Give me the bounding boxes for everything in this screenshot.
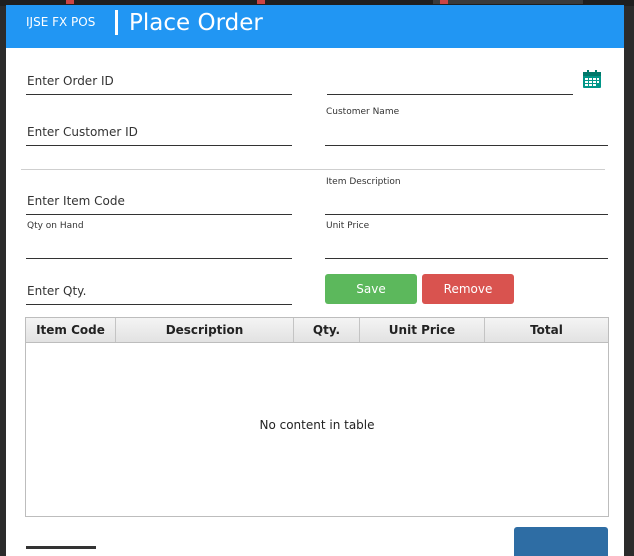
qty-on-hand-label: Qty on Hand	[27, 221, 84, 231]
customer-id-field[interactable]: Enter Customer ID	[26, 115, 292, 146]
total-label-partial	[26, 539, 106, 551]
order-date-field[interactable]	[327, 65, 573, 95]
taskbar-tab-icon	[257, 0, 265, 4]
place-order-window: IJSE FX POS Place Order Enter Order ID E…	[6, 5, 624, 556]
taskbar-tab-icon	[66, 0, 74, 4]
save-button[interactable]: Save	[325, 274, 417, 304]
unit-price-field[interactable]	[325, 233, 608, 259]
item-code-placeholder: Enter Item Code	[27, 194, 125, 208]
qty-placeholder: Enter Qty.	[27, 284, 87, 298]
column-header-qty[interactable]: Qty.	[294, 318, 360, 342]
customer-name-field[interactable]	[325, 120, 608, 146]
taskbar-tab	[433, 0, 583, 4]
place-order-button[interactable]	[514, 527, 608, 556]
qty-field[interactable]: Enter Qty.	[26, 275, 292, 305]
item-description-label: Item Description	[326, 177, 401, 187]
column-header-item-code[interactable]: Item Code	[26, 318, 116, 342]
header-separator	[115, 10, 118, 35]
order-id-placeholder: Enter Order ID	[27, 74, 114, 88]
order-items-table[interactable]: Item Code Description Qty. Unit Price To…	[25, 317, 609, 517]
table-header: Item Code Description Qty. Unit Price To…	[26, 318, 608, 343]
section-divider	[21, 169, 605, 170]
empty-table-message: No content in table	[259, 418, 375, 432]
order-id-field[interactable]: Enter Order ID	[26, 65, 292, 95]
calendar-icon[interactable]	[582, 69, 602, 89]
qty-on-hand-field[interactable]	[26, 233, 292, 259]
page-title: Place Order	[129, 10, 263, 36]
column-header-description[interactable]: Description	[116, 318, 294, 342]
customer-name-label: Customer Name	[326, 107, 400, 117]
item-description-field[interactable]	[325, 189, 608, 215]
taskbar-tab-icon	[440, 0, 448, 4]
remove-button[interactable]: Remove	[422, 274, 514, 304]
item-code-field[interactable]: Enter Item Code	[26, 185, 292, 215]
brand-label: IJSE FX POS	[26, 15, 96, 29]
column-header-unit-price[interactable]: Unit Price	[360, 318, 485, 342]
unit-price-label: Unit Price	[326, 221, 370, 231]
app-header: IJSE FX POS Place Order	[6, 5, 624, 48]
column-header-total[interactable]: Total	[485, 318, 608, 342]
customer-id-placeholder: Enter Customer ID	[27, 125, 138, 139]
